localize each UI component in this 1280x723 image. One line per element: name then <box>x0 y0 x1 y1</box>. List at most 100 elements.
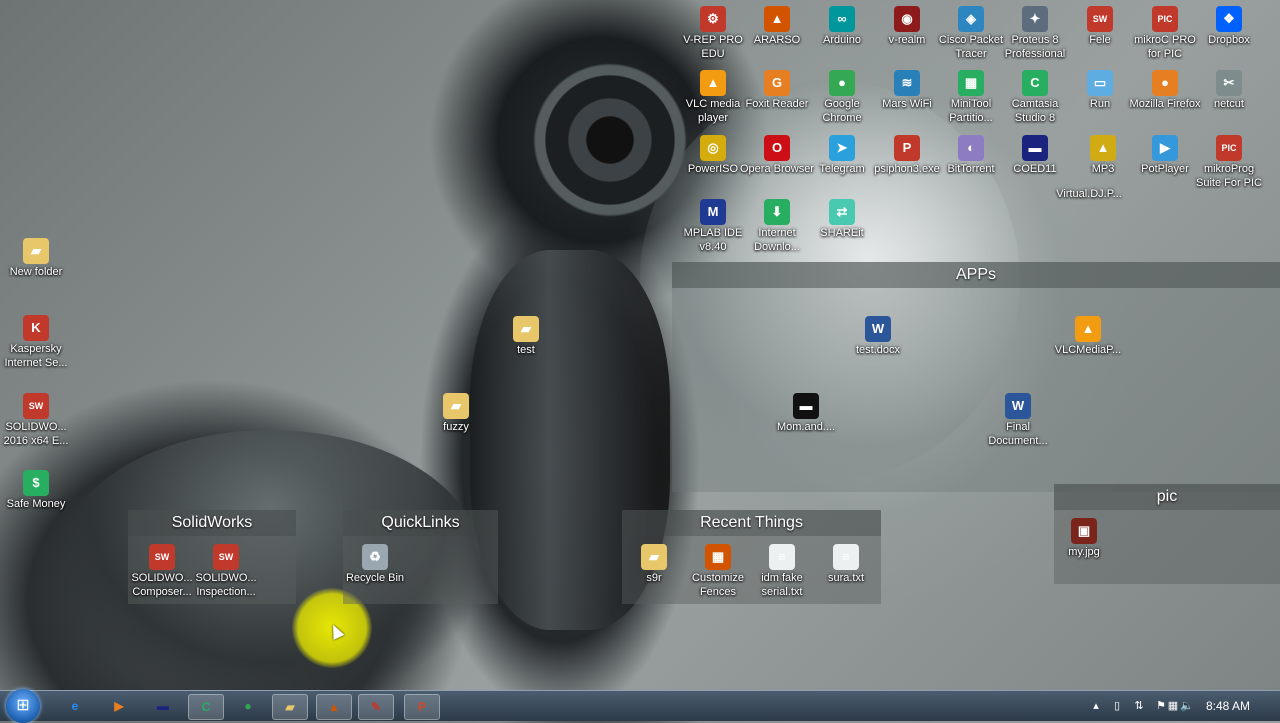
poweriso-icon: ◎ <box>700 135 726 161</box>
fence-title[interactable]: APPs <box>672 262 1280 288</box>
desktop-icon-finaldoc[interactable]: W Final Document... <box>980 393 1056 448</box>
icon-label: idm fake serial.txt <box>761 572 803 598</box>
folder-icon: ▰ <box>513 316 539 342</box>
wallpaper-robot-ear <box>530 40 690 240</box>
icon-label: Safe Money <box>6 498 66 510</box>
safemoney-icon: $ <box>23 470 49 496</box>
mp3-icon: ▲ <box>1090 135 1116 161</box>
fence-title[interactable]: SolidWorks <box>128 510 296 536</box>
icon-label: v-realm <box>888 34 926 46</box>
taskbar-button-camtasia[interactable]: C <box>188 694 224 720</box>
fence-quicklinks: QuickLinks ♻ Recycle Bin <box>343 510 498 604</box>
desktop-icon-coed[interactable]: ▬ COED11 <box>997 135 1073 176</box>
icon-label: Mars WiFi <box>882 98 932 110</box>
tool-taskbar-icon: ✎ <box>370 700 382 714</box>
fence-title[interactable]: QuickLinks <box>343 510 498 536</box>
desktop-icon-mom[interactable]: ▬ Mom.and.... <box>768 393 844 434</box>
desktop-icon-fuzzy[interactable]: ▰ fuzzy <box>418 393 494 434</box>
system-clock[interactable]: 8:48 AM <box>1206 699 1250 713</box>
icon-label: PotPlayer <box>1141 163 1189 175</box>
tray-device-icon[interactable]: ▯ <box>1110 699 1124 713</box>
ie-icon: e <box>71 699 79 713</box>
desktop-icon-shareit[interactable]: ⇄ SHAREit <box>804 199 880 240</box>
psiphon-icon: P <box>894 135 920 161</box>
icon-label: Camtasia Studio 8 <box>1011 98 1059 124</box>
icon-label: Arduino <box>823 34 861 46</box>
camtasia-icon: C <box>1022 70 1048 96</box>
desktop-icon-testdocx[interactable]: Wtest.docx <box>840 316 916 357</box>
icon-label: Internet Downlo... <box>754 227 800 253</box>
desktop-icon-newfolder[interactable]: ▰ New folder <box>0 238 74 279</box>
taskbar-button-powerpoint[interactable]: P <box>404 694 440 720</box>
fence-solidworks: SolidWorks SW SOLIDWO... Composer... SW SOL… <box>128 510 296 604</box>
icon-label: Customize Fences <box>692 572 744 598</box>
desktop-icon-mikroprog[interactable]: PIC mikroProg Suite For PIC <box>1191 135 1267 190</box>
icon-label: SOLIDWO... Inspection... <box>195 572 257 598</box>
matlab-icon: ▲ <box>764 6 790 32</box>
desktop-icon-mp3[interactable]: ▲ MP3 <box>1078 135 1128 176</box>
taskbar-button-coed[interactable]: ▬ <box>146 694 180 718</box>
tray-up-arrow-icon[interactable]: ▴ <box>1089 699 1103 713</box>
icon-label: mikroProg Suite For PIC <box>1195 163 1263 189</box>
icon-label: V-REP PRO EDU <box>683 34 743 60</box>
cisco-icon: ◈ <box>958 6 984 32</box>
taskbar-button-tool[interactable]: ✎ <box>358 694 394 720</box>
tray-volume-icon[interactable]: 🔈 <box>1180 699 1194 713</box>
taskbar-button-media[interactable]: ▶ <box>102 694 136 718</box>
icon-label: psiphon3.exe <box>874 163 940 175</box>
icon-label: netcut <box>1214 98 1244 110</box>
fence-items: ♻ Recycle Bin <box>343 536 498 604</box>
mikroc-icon: PIC <box>1152 6 1178 32</box>
fence-item[interactable]: SW SOLIDWO... Inspection... <box>188 544 264 599</box>
netcut-icon: ✂ <box>1216 70 1242 96</box>
tray-network-sync-icon[interactable]: ⇅ <box>1132 699 1146 713</box>
taskbar-button-explorer[interactable]: ▰ <box>272 694 308 720</box>
desktop-icon-safemoney[interactable]: $ Safe Money <box>0 470 74 511</box>
taskbar-button-matlab[interactable]: ▲ <box>316 694 352 720</box>
icon-label: PowerISO <box>687 163 739 175</box>
icon-label: SOLIDWO... Composer... <box>131 572 193 598</box>
icon-label: Google Chrome <box>822 98 862 124</box>
desktop-icon-solidworks64[interactable]: SW SOLIDWO... 2016 x64 E... <box>0 393 74 448</box>
video-file-icon: ▬ <box>793 393 819 419</box>
telegram-icon: ➤ <box>829 135 855 161</box>
wifi-icon: ≋ <box>894 70 920 96</box>
vlc-icon: ▲ <box>1075 316 1101 342</box>
desktop-icon-virtualdj[interactable]: ▤Virtual.DJ.P... <box>1051 172 1127 201</box>
fence-title[interactable]: pic <box>1054 484 1280 510</box>
icon-label: VLCMediaP... <box>1054 344 1122 356</box>
solidworks-icon: SW <box>1087 6 1113 32</box>
fence-item[interactable]: ≡ sura.txt <box>808 544 884 585</box>
desktop-icon-vlcmedia[interactable]: ▲ VLCMediaP... <box>1050 316 1126 357</box>
icon-label: fuzzy <box>443 421 469 433</box>
recycle-bin-icon: ♻ <box>362 544 388 570</box>
chrome-icon: ● <box>829 70 855 96</box>
icon-label: mikroC PRO for PIC <box>1134 34 1196 60</box>
powerpoint-icon: P <box>417 700 426 714</box>
solidworks-composer-icon: SW <box>149 544 175 570</box>
icon-label: SHAREit <box>820 227 864 239</box>
idm-icon: ⬇ <box>764 199 790 225</box>
shareit-icon: ⇄ <box>829 199 855 225</box>
potplayer-icon: ▶ <box>1152 135 1178 161</box>
taskbar: ⊞ e ▶ ▬ C ● ▰ ▲ ✎ P ▴ ▯ ⇅ ⚑ ▦ 🔈 8:48 AM <box>0 689 1280 723</box>
fence-item[interactable]: ♻ Recycle Bin <box>337 544 413 585</box>
fence-item[interactable]: ▣ my.jpg <box>1046 518 1122 559</box>
icon-label: BitTorrent <box>947 163 995 175</box>
desktop-icon-dropbox[interactable]: ❖ Dropbox <box>1191 6 1267 47</box>
firefox-icon: ● <box>1152 70 1178 96</box>
icon-label: Virtual.DJ.P... <box>1056 188 1122 200</box>
arduino-icon: ∞ <box>829 6 855 32</box>
coed-icon: ▬ <box>1022 135 1048 161</box>
fences-icon: ▦ <box>705 544 731 570</box>
taskbar-button-chrome[interactable]: ● <box>231 694 265 718</box>
tray-network-icon[interactable]: ▦ <box>1166 699 1180 713</box>
desktop-icon-test[interactable]: ▰ test <box>488 316 564 357</box>
start-button[interactable]: ⊞ <box>6 689 40 723</box>
desktop-icon-kaspersky[interactable]: K Kaspersky Internet Se... <box>0 315 74 370</box>
fence-title[interactable]: Recent Things <box>622 510 881 536</box>
proteus-icon: ✦ <box>1022 6 1048 32</box>
desktop-icon-netcut[interactable]: ✂ netcut <box>1191 70 1267 111</box>
taskbar-button-ie[interactable]: e <box>58 694 92 718</box>
image-file-icon: ▣ <box>1071 518 1097 544</box>
